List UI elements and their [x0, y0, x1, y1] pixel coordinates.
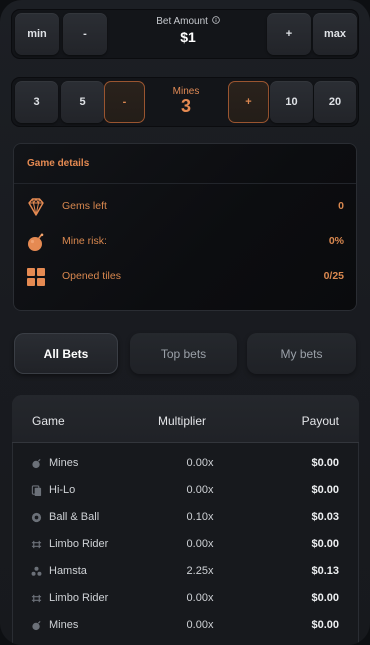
mines-count-value: 3 — [180, 96, 191, 116]
bet-amount-label: Bet Amount — [156, 16, 208, 27]
limbo-icon — [31, 540, 42, 549]
bet-amount-bar: min - Bet Amount $1 + max — [11, 9, 359, 59]
table-row: Ball & Ball 0.10x $0.03 — [12, 505, 359, 532]
multiplier-value: 0.00x — [186, 619, 214, 631]
payout-value: $0.00 — [311, 538, 339, 550]
details-row-gems: Gems left 0 — [13, 192, 357, 222]
bet-increase-button[interactable]: + — [267, 13, 311, 55]
bet-min-button[interactable]: min — [15, 13, 59, 55]
mines-game-panel: min - Bet Amount $1 + max 3 5 - Mines 3 … — [0, 0, 370, 645]
payout-value: $0.00 — [311, 619, 339, 631]
hilo-icon — [31, 485, 42, 496]
divider — [14, 183, 356, 184]
tab-my-bets[interactable]: My bets — [247, 333, 356, 374]
gems-left-value: 0 — [338, 200, 344, 212]
bet-max-button[interactable]: max — [313, 13, 357, 55]
multiplier-value: 2.25x — [186, 565, 214, 577]
mines-preset-10-button[interactable]: 10 — [270, 81, 313, 123]
mines-icon — [32, 620, 41, 631]
mines-preset-3-button[interactable]: 3 — [15, 81, 58, 123]
game-name: Limbo Rider — [49, 538, 109, 550]
diamond-icon — [28, 198, 44, 216]
mines-preset-20-button[interactable]: 20 — [314, 81, 356, 123]
table-row: Hamsta 2.25x $0.13 — [12, 559, 359, 586]
game-name: Mines — [49, 457, 79, 469]
table-row: Limbo Rider 0.00x $0.00 — [12, 532, 359, 559]
column-header-game: Game — [32, 414, 65, 428]
bet-decrease-button[interactable]: - — [63, 13, 107, 55]
mine-risk-value: 0% — [328, 235, 344, 247]
multiplier-value: 0.00x — [186, 592, 214, 604]
limbo-icon — [31, 594, 42, 603]
table-row: Limbo Rider 0.00x $0.00 — [12, 586, 359, 613]
table-row: Mines 0.00x $0.00 — [12, 451, 359, 478]
game-name: Limbo Rider — [49, 592, 109, 604]
payout-value: $0.00 — [311, 457, 339, 469]
table-header: Game Multiplier Payout — [12, 395, 359, 443]
multiplier-value: 0.10x — [186, 511, 214, 523]
payout-value: $0.00 — [311, 484, 339, 496]
column-header-payout: Payout — [301, 414, 339, 428]
payout-value: $0.13 — [311, 565, 339, 577]
mines-preset-5-button[interactable]: 5 — [61, 81, 104, 123]
mines-count-display: Mines 3 — [146, 86, 226, 117]
bet-amount-display[interactable]: Bet Amount $1 — [111, 16, 265, 45]
multiplier-value: 0.00x — [186, 484, 214, 496]
multiplier-value: 0.00x — [186, 457, 214, 469]
table-row: Mines 0.00x $0.00 — [12, 613, 359, 640]
mines-selector-bar: 3 5 - Mines 3 + 10 20 — [11, 77, 359, 127]
gems-left-label: Gems left — [62, 200, 107, 212]
details-row-mine-risk: Mine risk: 0% — [13, 227, 357, 257]
mines-icon — [32, 458, 41, 469]
table-row: Hi-Lo 0.00x $0.00 — [12, 478, 359, 505]
column-header-multiplier: Multiplier — [158, 414, 207, 428]
game-name: Ball & Ball — [49, 511, 100, 523]
mine-risk-label: Mine risk: — [62, 235, 107, 247]
tab-top-bets[interactable]: Top bets — [130, 333, 237, 374]
grid-icon — [27, 268, 45, 286]
mines-decrease-button[interactable]: - — [104, 81, 145, 123]
game-details-panel: Game details Gems left 0 Mine risk: 0% O… — [13, 143, 357, 311]
game-name: Mines — [49, 619, 79, 631]
game-details-title: Game details — [27, 158, 90, 169]
multiplier-value: 0.00x — [186, 538, 214, 550]
details-row-opened-tiles: Opened tiles 0/25 — [13, 262, 357, 292]
opened-tiles-value: 0/25 — [323, 270, 344, 282]
bet-amount-value: $1 — [180, 29, 196, 45]
ball-icon — [31, 512, 42, 523]
game-name: Hi-Lo — [49, 484, 76, 496]
bomb-icon — [28, 233, 44, 251]
info-icon — [211, 16, 220, 24]
payout-value: $0.00 — [311, 592, 339, 604]
opened-tiles-label: Opened tiles — [62, 270, 121, 282]
mines-increase-button[interactable]: + — [228, 81, 269, 123]
game-name: Hamsta — [49, 565, 87, 577]
tab-all-bets[interactable]: All Bets — [14, 333, 118, 374]
payout-value: $0.03 — [311, 511, 339, 523]
bets-table: Game Multiplier Payout Mines 0.00x $0.00… — [12, 395, 359, 645]
hamsta-icon — [31, 566, 42, 576]
